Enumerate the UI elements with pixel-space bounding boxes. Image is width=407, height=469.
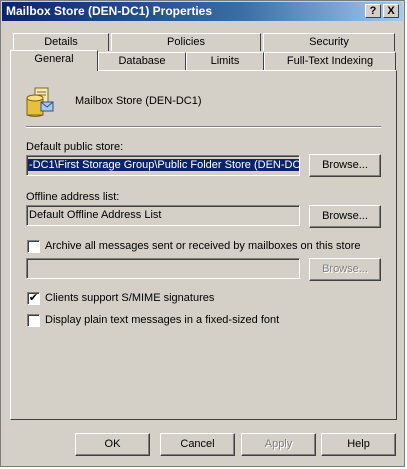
plain-text-label: Display plain text messages in a fixed-s… xyxy=(45,314,280,326)
offline-address-list-label: Offline address list: xyxy=(26,191,120,203)
help-button[interactable]: Help xyxy=(321,433,396,456)
window-title: Mailbox Store (DEN-DC1) Properties xyxy=(6,4,213,18)
tab-limits[interactable]: Limits xyxy=(186,52,264,70)
browse-archive-button[interactable]: Browse... xyxy=(309,258,381,281)
browse-public-store-button[interactable]: Browse... xyxy=(309,154,381,177)
tab-general[interactable]: General xyxy=(10,50,98,71)
offline-address-list-field[interactable]: Default Offline Address List xyxy=(26,205,300,226)
tab-security[interactable]: Security xyxy=(263,33,395,51)
properties-dialog: Mailbox Store (DEN-DC1) Properties ? X D… xyxy=(0,0,405,467)
tab-policies[interactable]: Policies xyxy=(111,33,261,51)
divider xyxy=(26,126,381,128)
smime-checkbox[interactable]: ✔ xyxy=(27,292,40,305)
tab-full-text-indexing[interactable]: Full-Text Indexing xyxy=(264,52,396,70)
cancel-button[interactable]: Cancel xyxy=(160,433,235,456)
default-public-store-field[interactable]: -DC1\First Storage Group\Public Folder S… xyxy=(26,155,300,176)
smime-label: Clients support S/MIME signatures xyxy=(45,292,215,304)
mailbox-store-icon xyxy=(26,87,54,117)
apply-button[interactable]: Apply xyxy=(241,433,316,456)
help-icon[interactable]: ? xyxy=(365,4,381,18)
title-bar[interactable]: Mailbox Store (DEN-DC1) Properties ? X xyxy=(2,2,403,21)
default-public-store-label: Default public store: xyxy=(26,141,124,153)
archive-label: Archive all messages sent or received by… xyxy=(45,240,361,252)
general-tab-panel: Mailbox Store (DEN-DC1) Default public s… xyxy=(10,70,397,420)
close-icon[interactable]: X xyxy=(383,4,399,18)
tab-details[interactable]: Details xyxy=(13,33,109,51)
store-name: Mailbox Store (DEN-DC1) xyxy=(75,95,202,107)
archive-field[interactable] xyxy=(26,258,300,279)
ok-button[interactable]: OK xyxy=(75,433,150,456)
plain-text-checkbox[interactable] xyxy=(27,314,40,327)
archive-checkbox[interactable] xyxy=(27,240,40,253)
tab-database[interactable]: Database xyxy=(98,52,186,70)
browse-offline-list-button[interactable]: Browse... xyxy=(309,205,381,228)
